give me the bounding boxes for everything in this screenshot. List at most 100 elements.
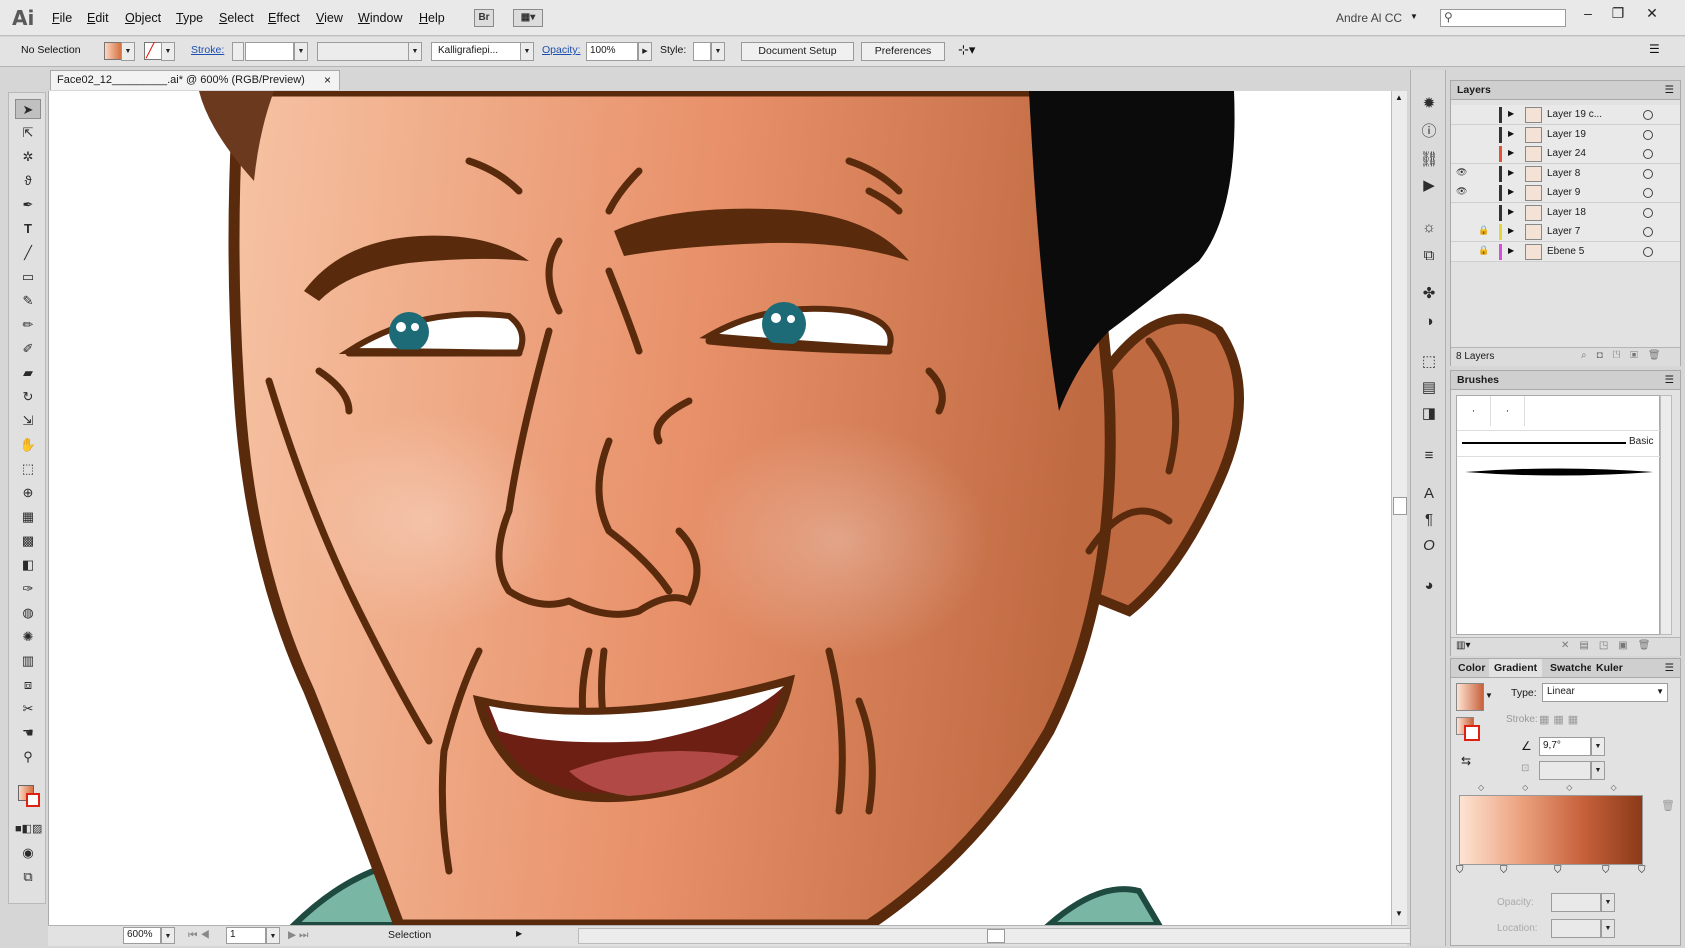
- actions-icon[interactable]: ▶: [1419, 176, 1439, 196]
- selection-tool[interactable]: ➤: [15, 99, 41, 119]
- mesh-tool[interactable]: ▩: [15, 531, 41, 551]
- gradient-menu-icon[interactable]: ☰: [1665, 659, 1674, 677]
- stroke-weight-input[interactable]: [245, 42, 294, 61]
- layer-row[interactable]: 👁 ▶ Layer 8: [1451, 163, 1680, 184]
- paragraph-icon[interactable]: ¶: [1419, 510, 1439, 530]
- stroke-swatch[interactable]: ╱: [144, 42, 162, 60]
- gradient-type-select[interactable]: Linear ▼: [1542, 683, 1668, 702]
- transform-icon[interactable]: ⬚: [1419, 352, 1439, 372]
- align-options-icon[interactable]: ⊹▾: [958, 42, 975, 58]
- gradient-tool[interactable]: ◧: [15, 555, 41, 575]
- brush-dropdown[interactable]: ▼: [520, 42, 534, 61]
- stop-location-dropdown[interactable]: ▼: [1601, 919, 1615, 938]
- panel-menu-icon[interactable]: ☰: [1665, 81, 1674, 99]
- eyedropper-tool[interactable]: ✑: [15, 579, 41, 599]
- midpoint-markers[interactable]: ◇◇◇◇: [1478, 783, 1655, 792]
- layer-row[interactable]: 🔒 ▶ Layer 7: [1451, 222, 1680, 242]
- document-setup-button[interactable]: Document Setup: [741, 42, 854, 61]
- stroke-dropdown[interactable]: ▼: [161, 42, 175, 61]
- transparency-icon[interactable]: ◕: [1419, 576, 1439, 596]
- zoom-dropdown[interactable]: ▼: [161, 927, 175, 944]
- opacity-input[interactable]: 100%: [586, 42, 638, 61]
- user-account-menu[interactable]: Andre Al CC: [1336, 11, 1402, 25]
- brushes-scrollbar[interactable]: [1660, 395, 1672, 635]
- layer-target-icon[interactable]: [1643, 110, 1653, 120]
- expand-triangle-icon[interactable]: ▶: [1508, 207, 1514, 216]
- variable-width-profile[interactable]: [317, 42, 409, 61]
- minimize-button[interactable]: –: [1573, 4, 1603, 22]
- visibility-eye-icon[interactable]: 👁: [1456, 167, 1470, 178]
- brush-basic[interactable]: Basic: [1457, 430, 1661, 454]
- fill-stroke-swatches[interactable]: [15, 783, 41, 809]
- layer-row[interactable]: ▶ Layer 18: [1451, 202, 1680, 223]
- horizontal-scroll-thumb[interactable]: [987, 929, 1005, 943]
- menu-view[interactable]: View: [316, 11, 343, 25]
- artboard-dropdown[interactable]: ▼: [266, 927, 280, 944]
- stop-opacity-input[interactable]: [1551, 893, 1601, 912]
- close-window-button[interactable]: ✕: [1637, 4, 1667, 22]
- status-menu-icon[interactable]: ▶: [516, 929, 522, 938]
- layer-row[interactable]: ▶ Layer 19: [1451, 124, 1680, 145]
- zoom-input[interactable]: 600%: [123, 927, 161, 944]
- angle-dropdown[interactable]: ▼: [1591, 737, 1605, 756]
- menu-select[interactable]: Select: [219, 11, 254, 25]
- aspect-ratio-dropdown[interactable]: ▼: [1591, 761, 1605, 780]
- menu-edit[interactable]: Edit: [87, 11, 109, 25]
- stroke-panel-icon[interactable]: ≡: [1419, 446, 1439, 466]
- bridge-button[interactable]: Br: [474, 9, 494, 27]
- drawing-mode-icon[interactable]: ◉: [15, 843, 41, 863]
- preferences-button[interactable]: Preferences: [861, 42, 945, 61]
- gradient-stop-1[interactable]: ⛉: [1456, 865, 1464, 876]
- menu-object[interactable]: Object: [125, 11, 161, 25]
- gradient-stop-3[interactable]: ⛉: [1554, 865, 1562, 876]
- expand-triangle-icon[interactable]: ▶: [1508, 187, 1514, 196]
- info-icon[interactable]: ⓘ: [1419, 122, 1439, 142]
- horizontal-scrollbar[interactable]: [578, 928, 1428, 944]
- delete-stop-icon[interactable]: 🗑: [1661, 799, 1675, 812]
- perspective-grid-tool[interactable]: ▦: [15, 507, 41, 527]
- layer-target-icon[interactable]: [1643, 227, 1653, 237]
- artboard-canvas[interactable]: [48, 91, 1391, 925]
- brush-action-icons[interactable]: ✕▤◳▣🗑: [1561, 640, 1660, 651]
- scroll-down-icon[interactable]: ▼: [1395, 909, 1403, 918]
- pen-tool[interactable]: ✒: [15, 195, 41, 215]
- gradient-presets-icon[interactable]: ▼: [1485, 691, 1493, 700]
- stroke-color-swatch[interactable]: [26, 793, 40, 807]
- eraser-tool[interactable]: ▰: [15, 363, 41, 383]
- tab-color[interactable]: Color: [1453, 659, 1490, 677]
- scroll-up-icon[interactable]: ▲: [1395, 93, 1403, 102]
- scale-tool[interactable]: ⇲: [15, 411, 41, 431]
- pencil-tool[interactable]: ✏: [15, 315, 41, 335]
- column-graph-tool[interactable]: ▥: [15, 651, 41, 671]
- menu-help[interactable]: Help: [419, 11, 445, 25]
- layer-row[interactable]: ▶ Layer 19 c...: [1451, 105, 1680, 125]
- color-mode-buttons[interactable]: ■◧▨: [15, 819, 42, 839]
- close-document-icon[interactable]: ×: [324, 71, 331, 90]
- stroke-weight-stepper[interactable]: [232, 42, 244, 61]
- hand-tool[interactable]: ☚: [15, 723, 41, 743]
- control-panel-menu-icon[interactable]: ☰: [1649, 42, 1660, 56]
- expand-triangle-icon[interactable]: ▶: [1508, 148, 1514, 157]
- brush-dot-small[interactable]: ·: [1457, 396, 1491, 426]
- stop-opacity-dropdown[interactable]: ▼: [1601, 893, 1615, 912]
- appearance-icon[interactable]: ✹: [1419, 94, 1439, 114]
- pathfinder-icon[interactable]: ◨: [1419, 404, 1439, 424]
- menu-file[interactable]: File: [52, 11, 72, 25]
- profile-dropdown[interactable]: ▼: [408, 42, 422, 61]
- gradient-stroke-swatch[interactable]: [1464, 725, 1480, 741]
- blend-tool[interactable]: ◍: [15, 603, 41, 623]
- paintbrush-tool[interactable]: ✎: [15, 291, 41, 311]
- layer-target-icon[interactable]: [1643, 246, 1653, 257]
- opacity-label[interactable]: Opacity:: [542, 44, 581, 56]
- gradient-fill-preview[interactable]: [1456, 683, 1484, 711]
- gradient-slider[interactable]: [1459, 795, 1643, 865]
- align-icon[interactable]: ▤: [1419, 378, 1439, 398]
- layer-row[interactable]: ▶ Layer 24: [1451, 144, 1680, 164]
- layer-action-icons[interactable]: ⌕◘◳▣🗑: [1581, 350, 1671, 361]
- next-artboard-icon[interactable]: ▶ ⏭: [288, 929, 308, 942]
- restore-button[interactable]: ❐: [1603, 4, 1633, 22]
- color-guide-icon[interactable]: ☼: [1419, 218, 1439, 238]
- line-tool[interactable]: ╱: [15, 243, 41, 263]
- rotate-tool[interactable]: ↻: [15, 387, 41, 407]
- symbol-sprayer-tool[interactable]: ✺: [15, 627, 41, 647]
